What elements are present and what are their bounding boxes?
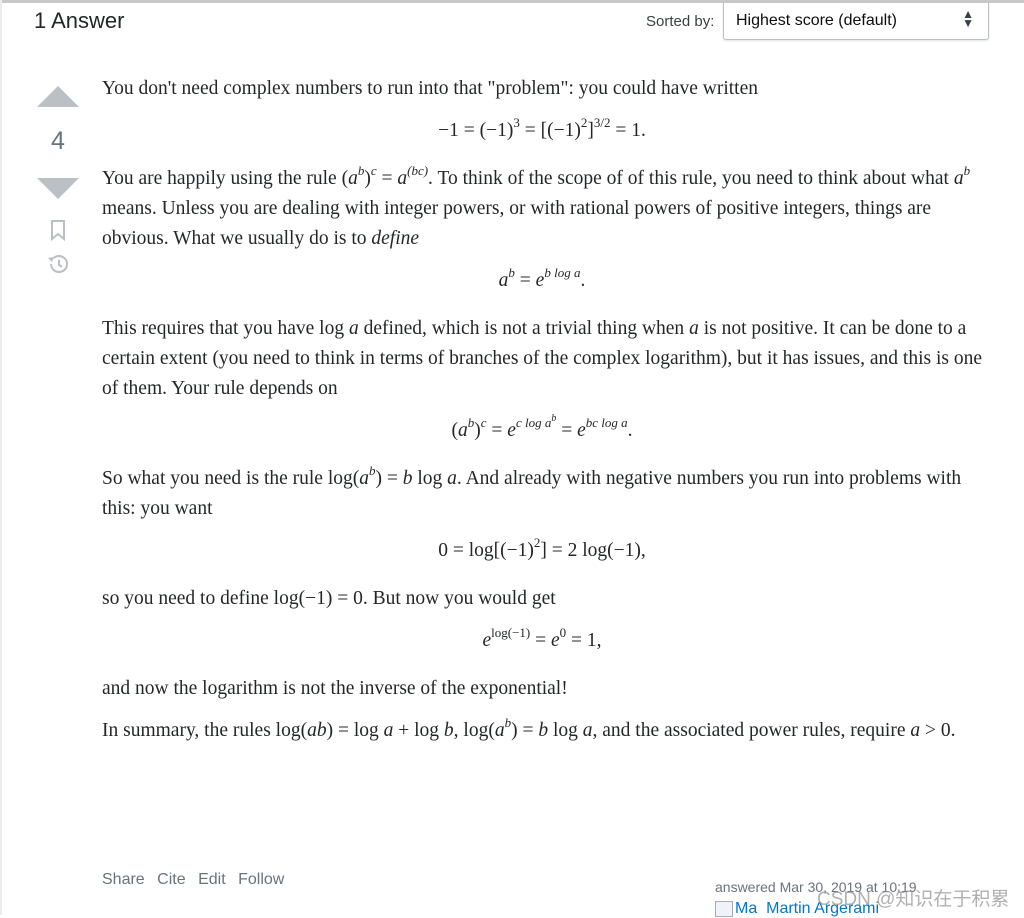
- sort-select-value: Highest score (default): [736, 12, 897, 29]
- text-segment: ) = log: [326, 720, 384, 741]
- math-token: a: [910, 720, 921, 741]
- text-segment: + log: [393, 720, 444, 741]
- answer-paragraph: This requires that you have log a define…: [102, 314, 982, 404]
- math-token: a: [458, 420, 468, 441]
- answers-count-heading: 1 Answer: [34, 8, 125, 33]
- math-token: define: [371, 228, 420, 249]
- text-segment: log: [412, 468, 448, 489]
- math-token: a: [582, 720, 593, 741]
- math-token: 3/2: [593, 115, 611, 130]
- math-token: b: [538, 720, 549, 741]
- display-equation: elog(−1) = e0 = 1,: [102, 626, 982, 656]
- upvote-arrow-icon[interactable]: [37, 86, 79, 107]
- text-segment: , and the associated power rules, requir…: [592, 720, 911, 741]
- math-token: log(−1): [491, 625, 531, 640]
- follow-link[interactable]: Follow: [238, 871, 284, 888]
- text-segment: defined, which is not a trivial thing wh…: [358, 318, 690, 339]
- text-segment: This requires that you have log: [102, 318, 349, 339]
- sort-chevrons-icon: ▲ ▼: [962, 7, 974, 30]
- answer-paragraph: In summary, the rules log(ab) = log a + …: [102, 716, 982, 746]
- text-segment: 0 = log[(−1): [438, 540, 534, 561]
- text-segment: =: [514, 270, 536, 291]
- math-token: e: [577, 420, 586, 441]
- answer-paragraph: You don't need complex numbers to run in…: [102, 74, 982, 104]
- display-equation: 0 = log[(−1)2] = 2 log(−1),: [102, 536, 982, 566]
- author-avatar: [715, 900, 733, 917]
- math-token: e: [550, 630, 560, 651]
- math-token: e: [507, 420, 516, 441]
- vote-column: 4: [36, 86, 80, 275]
- answer-paragraph: So what you need is the rule log(ab) = b…: [102, 464, 982, 524]
- math-token: a: [689, 318, 699, 339]
- math-token: a: [348, 168, 358, 189]
- answer-paragraph: You are happily using the rule (ab)c = a…: [102, 164, 982, 254]
- watermark: CSDN @知识在于积累: [817, 889, 1010, 910]
- math-token: a: [494, 720, 505, 741]
- text-segment: .: [627, 420, 633, 441]
- math-token: (bc): [407, 163, 429, 178]
- text-segment: =: [376, 168, 398, 189]
- text-segment: .: [580, 270, 586, 291]
- left-border: [0, 0, 2, 915]
- math-token: b: [443, 720, 454, 741]
- vote-score: 4: [51, 127, 65, 155]
- text-segment: means. Unless you are dealing with integ…: [102, 198, 932, 249]
- math-token: bc log a: [585, 415, 628, 430]
- math-token: a: [397, 168, 408, 189]
- math-token: b: [402, 468, 413, 489]
- display-equation: −1 = (−1)3 = [(−1)2]3/2 = 1.: [102, 116, 982, 146]
- math-token: a: [953, 168, 964, 189]
- cite-link[interactable]: Cite: [157, 871, 185, 888]
- share-link[interactable]: Share: [102, 871, 145, 888]
- text-segment: In summary, the rules log(: [102, 720, 308, 741]
- text-segment: . To think of the scope of of this rule,…: [428, 168, 954, 189]
- text-segment: −1 = (−1): [438, 120, 514, 141]
- text-segment: so you need to define log(−1) = 0. But n…: [102, 588, 556, 609]
- math-token: a: [348, 318, 359, 339]
- sort-select[interactable]: Highest score (default) ▲ ▼: [723, 2, 989, 40]
- math-token: a: [498, 270, 509, 291]
- author-avatar-alt: Ma: [735, 900, 758, 917]
- text-segment: , log(: [453, 720, 495, 741]
- math-token: b log a: [544, 265, 581, 280]
- math-token: c log a: [515, 415, 552, 430]
- text-segment: ) =: [511, 720, 539, 741]
- math-token: ab: [307, 720, 327, 741]
- text-segment: You don't need complex numbers to run in…: [102, 78, 758, 99]
- text-segment: = 1,: [566, 630, 602, 651]
- text-segment: log: [548, 720, 583, 741]
- answer-paragraph: and now the logarithm is not the inverse…: [102, 674, 982, 704]
- bookmark-icon[interactable]: [49, 219, 67, 241]
- answer-body: You don't need complex numbers to run in…: [102, 74, 982, 758]
- display-equation: ab = eb log a.: [102, 266, 982, 296]
- math-token: b: [963, 163, 971, 178]
- downvote-arrow-icon[interactable]: [37, 178, 79, 199]
- math-token: a: [359, 468, 369, 489]
- text-segment: =: [530, 630, 551, 651]
- text-segment: =: [556, 420, 578, 441]
- sort-label: Sorted by:: [646, 13, 715, 30]
- text-segment: = 1.: [610, 120, 646, 141]
- math-token: e: [482, 630, 492, 651]
- post-menu: Share Cite Edit Follow: [102, 871, 292, 889]
- text-segment: and now the logarithm is not the inverse…: [102, 678, 568, 699]
- answer-paragraph: so you need to define log(−1) = 0. But n…: [102, 584, 982, 614]
- history-icon[interactable]: [46, 253, 70, 275]
- text-segment: =: [486, 420, 508, 441]
- text-segment: ] = 2 log(−1),: [540, 540, 646, 561]
- edit-link[interactable]: Edit: [198, 871, 226, 888]
- math-token: a: [383, 720, 394, 741]
- display-equation: (ab)c = ec log ab = ebc log a.: [102, 414, 982, 446]
- text-segment: So what you need is the rule log(: [102, 468, 360, 489]
- text-segment: ) =: [375, 468, 403, 489]
- math-token: a: [447, 468, 457, 489]
- text-segment: = [(−1): [519, 120, 581, 141]
- text-segment: > 0.: [920, 720, 956, 741]
- text-segment: You are happily using the rule (: [102, 168, 349, 189]
